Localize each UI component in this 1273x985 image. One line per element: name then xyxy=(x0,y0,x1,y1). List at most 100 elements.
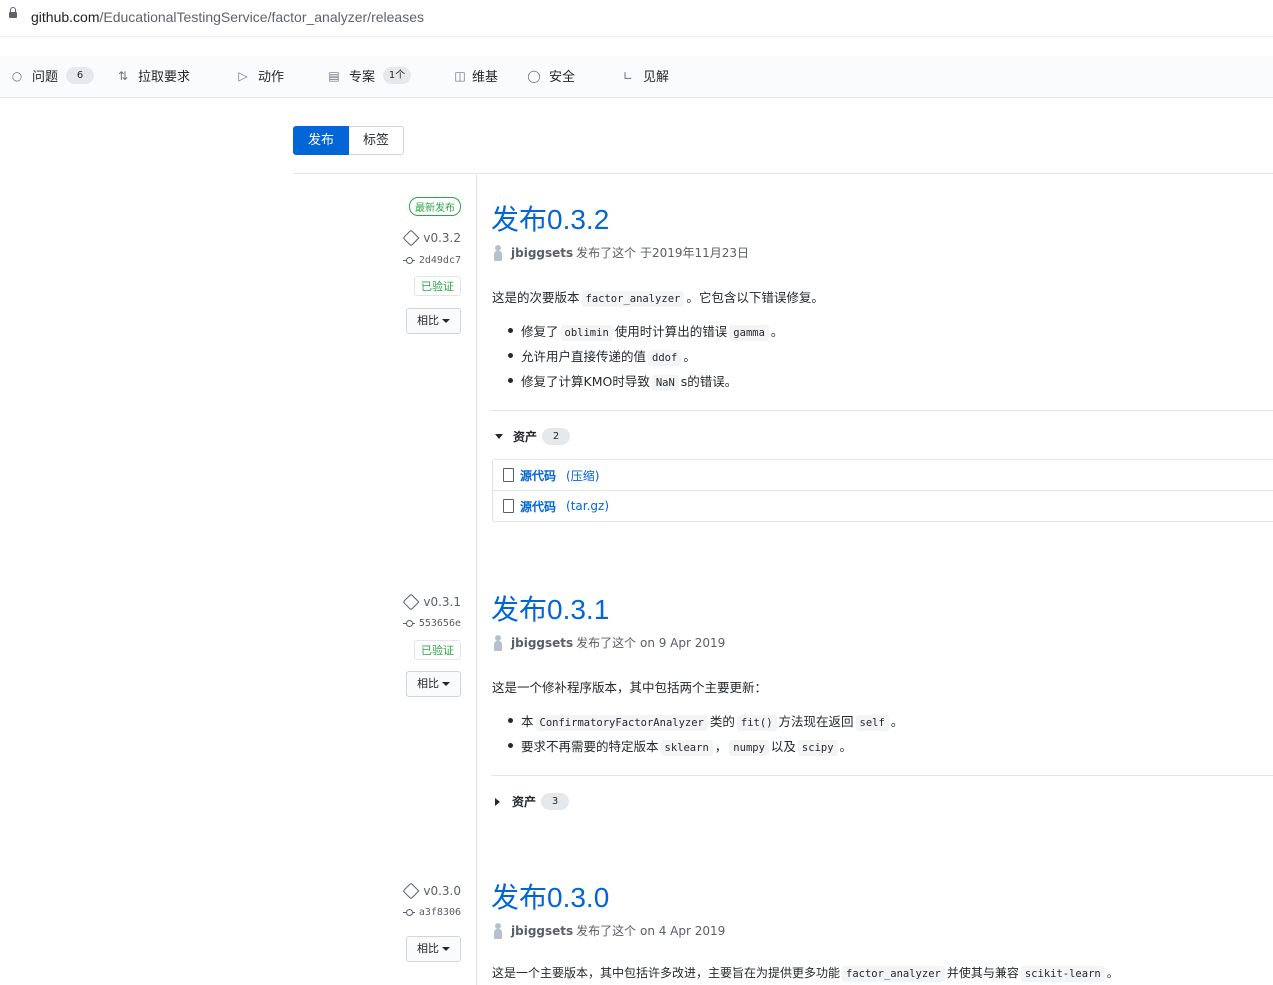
nav-actions[interactable]: ▷ 动作 xyxy=(236,66,284,86)
release-tag[interactable]: v0.3.2 xyxy=(402,229,461,247)
release-title[interactable]: 发布0.3.0 xyxy=(491,876,609,916)
release-meta: jbiggsets 发布了这个 于2019年11月23日 xyxy=(493,244,749,261)
avatar[interactable] xyxy=(493,634,503,651)
release-tag-label: v0.3.1 xyxy=(423,595,461,609)
tag-icon xyxy=(402,882,420,900)
assets-label: 资产 xyxy=(512,795,537,809)
assets-list: 源代码 (压缩) 源代码 (tar.gz) xyxy=(492,459,1273,522)
release-commit[interactable]: 553656e xyxy=(402,618,461,629)
avatar[interactable] xyxy=(493,244,503,261)
caret-down-icon xyxy=(442,319,450,323)
nav-pull-requests[interactable]: ⇅ 拉取要求 xyxy=(116,66,191,86)
compare-label: 相比 xyxy=(417,942,439,955)
asset-row[interactable]: 源代码 (压缩) xyxy=(493,460,1273,490)
release-meta: jbiggsets 发布了这个 on 4 Apr 2019 xyxy=(493,922,725,939)
verified-badge[interactable]: 已验证 xyxy=(414,276,461,296)
inline-code: gamma xyxy=(729,325,769,341)
nav-wiki[interactable]: ◫ 维基 xyxy=(453,66,498,86)
inline-code: fit() xyxy=(736,715,777,731)
file-zip-icon xyxy=(503,468,514,482)
file-zip-icon xyxy=(503,499,514,513)
compare-button[interactable]: 相比 xyxy=(406,671,461,697)
top-divider xyxy=(293,173,1273,174)
release-commit[interactable]: 2d49dc7 xyxy=(402,255,461,266)
desc-text: 并使其与兼容 xyxy=(946,966,1019,980)
desc-text: 。它包含以下错误修复。 xyxy=(686,290,824,305)
nav-pulls-label: 拉取要求 xyxy=(138,70,191,85)
timeline-line xyxy=(476,174,477,985)
desc-text: 这是的次要版本 xyxy=(492,290,580,305)
book-icon: ◫ xyxy=(454,68,466,83)
tab-releases[interactable]: 发布 xyxy=(293,126,350,155)
item-text: ， xyxy=(714,739,728,754)
nav-projects-label: 专案 xyxy=(349,70,376,85)
caret-down-icon xyxy=(442,947,450,951)
url-text[interactable]: github.com/EducationalTestingService/fac… xyxy=(31,9,424,25)
asset-format[interactable]: (压缩) xyxy=(566,467,599,484)
release-meta: jbiggsets 发布了这个 on 9 Apr 2019 xyxy=(493,634,725,651)
release-commit[interactable]: a3f8306 xyxy=(402,907,461,918)
inline-code: ConfirmatoryFactorAnalyzer xyxy=(535,715,708,731)
avatar[interactable] xyxy=(493,922,503,939)
inline-code: ddof xyxy=(648,350,682,366)
shield-icon: ◯ xyxy=(527,68,541,83)
asset-name[interactable]: 源代码 xyxy=(520,467,556,484)
desc-text: 。 xyxy=(1106,966,1119,980)
item-text: 。 xyxy=(839,739,853,754)
browser-address-bar[interactable]: github.com/EducationalTestingService/fac… xyxy=(0,0,1273,37)
asset-row[interactable]: 源代码 (tar.gz) xyxy=(493,490,1273,521)
git-commit-icon xyxy=(402,908,415,917)
compare-button[interactable]: 相比 xyxy=(406,936,461,962)
author-link[interactable]: jbiggsets xyxy=(511,924,573,938)
nav-security-label: 安全 xyxy=(549,70,576,85)
commit-sha: 2d49dc7 xyxy=(418,255,461,266)
url-path: /EducationalTestingService/factor_analyz… xyxy=(99,9,424,25)
commit-sha: 553656e xyxy=(418,618,461,629)
compare-button[interactable]: 相比 xyxy=(406,308,461,334)
item-text: 要求不再需要的特定版本 xyxy=(521,739,659,754)
inline-code: numpy xyxy=(729,740,769,756)
item-text: s的错误。 xyxy=(680,374,738,389)
item-text: 使用时计算出的错误 xyxy=(614,324,728,339)
item-text: 。 xyxy=(890,714,904,729)
list-item: 修复了 oblimin 使用时计算出的错误 gamma。 xyxy=(507,321,784,341)
item-text: 本 xyxy=(521,714,534,729)
releases-tags-toggle: 发布 标签 xyxy=(293,126,405,155)
asset-name[interactable]: 源代码 xyxy=(520,498,556,515)
nav-projects[interactable]: ▤ 专案 1个 xyxy=(327,66,412,85)
verified-badge[interactable]: 已验证 xyxy=(414,640,461,660)
assets-toggle[interactable]: 资产 2 xyxy=(495,428,571,445)
tab-tags[interactable]: 标签 xyxy=(349,126,405,155)
release-tag-label: v0.3.2 xyxy=(423,231,461,245)
projects-counter: 1个 xyxy=(383,67,412,84)
lock-icon xyxy=(9,7,17,18)
commit-sha: a3f8306 xyxy=(418,907,461,918)
assets-counter: 2 xyxy=(542,428,571,445)
inline-code: oblimin xyxy=(560,325,613,341)
release-description: 这是一个主要版本，其中包括许多改进，主要旨在为提供更多功能 factor_anal… xyxy=(492,964,1119,982)
nav-issues-label: 问题 xyxy=(32,70,59,85)
tag-icon xyxy=(402,593,420,611)
published-date: 发布了这个 on 9 Apr 2019 xyxy=(576,636,726,650)
asset-format[interactable]: (tar.gz) xyxy=(566,499,609,513)
release-title[interactable]: 发布0.3.2 xyxy=(491,198,609,238)
issue-opened-icon: ○ xyxy=(11,68,23,83)
author-link[interactable]: jbiggsets xyxy=(511,636,573,650)
graph-icon: ∟ xyxy=(622,68,634,83)
release-title[interactable]: 发布0.3.1 xyxy=(491,588,609,628)
author-link[interactable]: jbiggsets xyxy=(511,246,573,260)
list-item: 本 ConfirmatoryFactorAnalyzer 类的 fit() 方法现在返回… xyxy=(507,711,904,731)
release-tag[interactable]: v0.3.1 xyxy=(402,593,461,611)
inline-code: scikit-learn xyxy=(1020,966,1105,982)
item-text: 修复了计算KMO时导致 xyxy=(521,374,650,389)
section-divider xyxy=(491,775,1273,776)
item-text: 。 xyxy=(770,324,784,339)
inline-code: self xyxy=(855,715,889,731)
inline-code: NaN xyxy=(651,375,679,391)
release-tag[interactable]: v0.3.0 xyxy=(402,882,461,900)
nav-issues[interactable]: ○ 问题 6 xyxy=(10,66,95,85)
nav-insights[interactable]: ∟ 见解 xyxy=(621,66,669,86)
assets-toggle[interactable]: 资产 3 xyxy=(495,793,570,810)
git-commit-icon xyxy=(402,619,415,628)
nav-security[interactable]: ◯ 安全 xyxy=(527,66,576,86)
